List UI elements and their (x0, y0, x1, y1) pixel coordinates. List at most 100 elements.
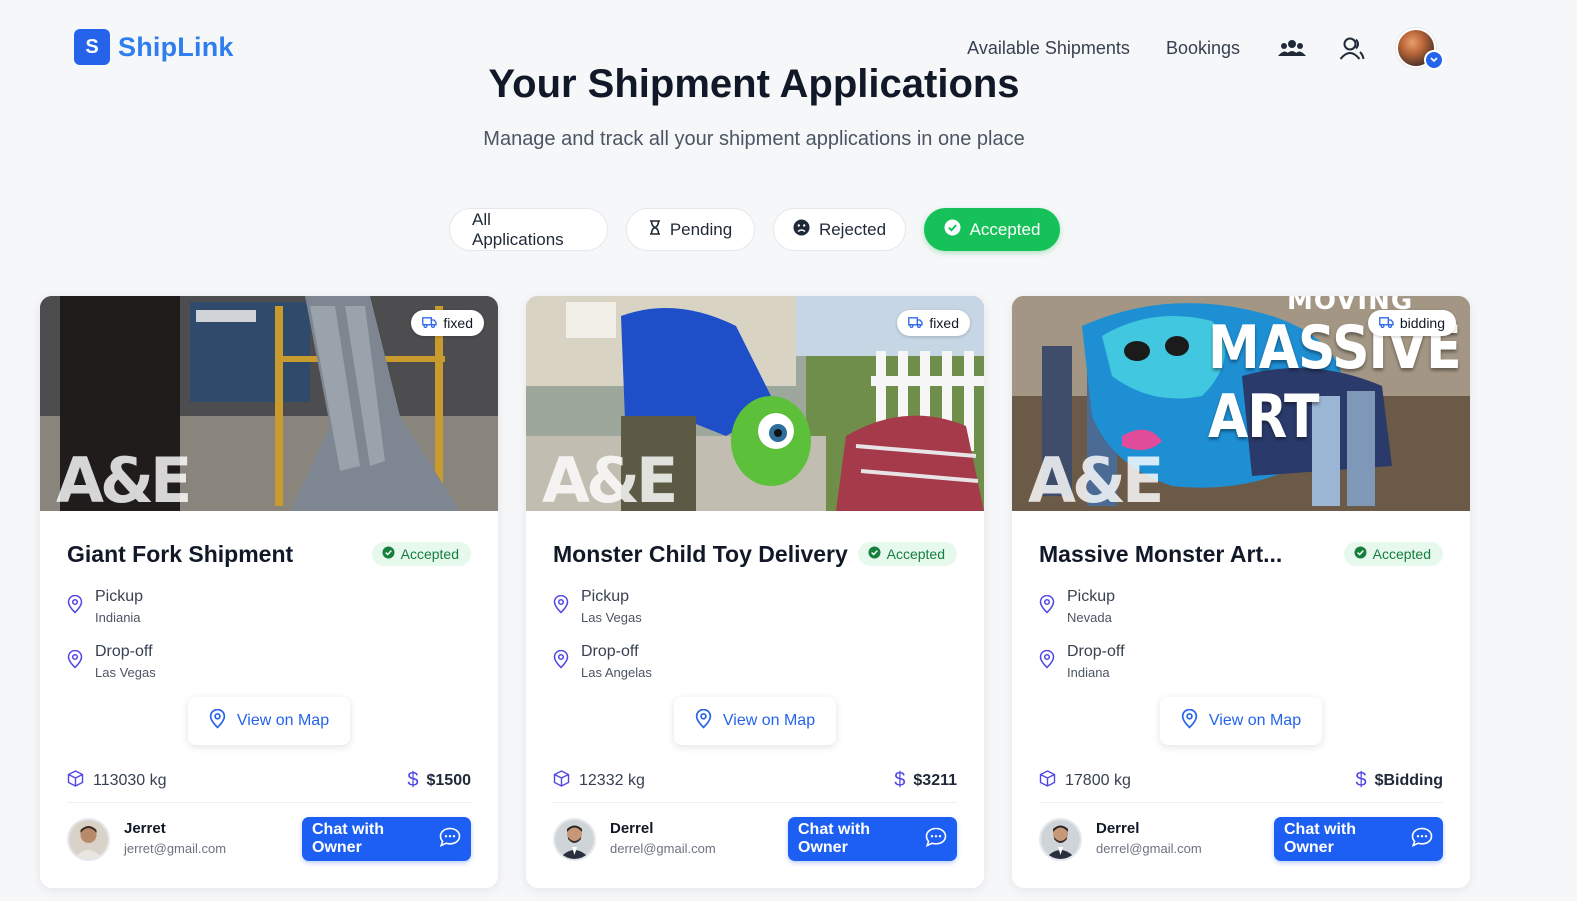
filter-pending[interactable]: Pending (626, 208, 755, 251)
weight-value: 17800 kg (1065, 771, 1131, 789)
package-icon (67, 769, 84, 792)
status-label: Accepted (1372, 546, 1431, 562)
status-label: Accepted (400, 546, 459, 562)
price-value: $1500 (426, 771, 472, 789)
price-value: $Bidding (1374, 771, 1443, 789)
page-subtitle: Manage and track all your shipment appli… (483, 128, 1025, 150)
owner-row: Jerret jerret@gmail.com Chat with Owner (67, 817, 471, 861)
filter-label: Accepted (969, 219, 1041, 239)
shipment-image: A&E fixed (40, 296, 498, 511)
map-pin-icon (1039, 587, 1055, 629)
map-pin-icon (1039, 642, 1055, 684)
dropoff-label: Drop-off (95, 643, 153, 660)
pickup-label: Pickup (95, 588, 144, 605)
shipment-stats: 113030 kg $ $1500 (67, 759, 471, 803)
hourglass-icon (649, 219, 661, 240)
pickup-location: Pickup Las Vegas (553, 587, 957, 629)
owner-name: Jerret (124, 820, 166, 837)
owner-email: jerret@gmail.com (124, 841, 227, 856)
filter-all-applications[interactable]: All Applications (449, 208, 608, 251)
map-pin-icon (553, 587, 569, 629)
logo-mark: S (74, 29, 110, 65)
owner-info: Derrel derrel@gmail.com (1039, 817, 1202, 861)
shipment-image: A&E fixed (526, 296, 984, 511)
package-icon (553, 769, 570, 792)
package-icon (1039, 769, 1056, 792)
owner-info: Jerret jerret@gmail.com (67, 817, 227, 861)
truck-icon (422, 315, 438, 331)
view-on-map-button[interactable]: View on Map (188, 697, 350, 745)
weight: 12332 kg (553, 769, 645, 792)
chat-with-owner-button[interactable]: Chat with Owner (302, 817, 471, 861)
type-label: fixed (443, 315, 473, 331)
owner-row: Derrel derrel@gmail.com Chat with Owner (1039, 817, 1443, 861)
status-badge: Accepted (371, 542, 471, 566)
dropoff-location: Drop-off Las Vegas (67, 642, 471, 684)
pickup-value: Nevada (1067, 610, 1112, 625)
chat-bubble-icon (925, 827, 947, 852)
view-on-map-button[interactable]: View on Map (1160, 697, 1322, 745)
price: $ $Bidding (1355, 769, 1443, 792)
map-pin-icon (553, 642, 569, 684)
dropoff-label: Drop-off (1067, 643, 1125, 660)
shipment-card: MOVING MASSIVE ART A&E bidding Massive M… (1012, 296, 1470, 888)
filter-accepted[interactable]: Accepted (924, 208, 1060, 251)
pickup-location: Pickup Nevada (1039, 587, 1443, 629)
owner-avatar (553, 817, 596, 861)
chat-with-owner-button[interactable]: Chat with Owner (788, 817, 957, 861)
dropoff-value: Indiana (1067, 665, 1110, 680)
chat-label: Chat with Owner (312, 821, 384, 856)
weight-value: 113030 kg (93, 771, 167, 789)
pickup-location: Pickup Indiania (67, 587, 471, 629)
view-on-map-button[interactable]: View on Map (674, 697, 836, 745)
image-watermark: A&E (56, 444, 192, 511)
chat-with-owner-button[interactable]: Chat with Owner (1274, 817, 1443, 861)
pickup-label: Pickup (1067, 588, 1116, 605)
view-on-map-label: View on Map (236, 712, 330, 729)
owner-info: Derrel derrel@gmail.com (553, 817, 716, 861)
map-pin-icon (695, 708, 712, 734)
dollar-icon: $ (407, 769, 419, 791)
weight: 17800 kg (1039, 769, 1131, 792)
owner-email: derrel@gmail.com (610, 841, 716, 856)
frown-icon (793, 219, 810, 241)
dropoff-label: Drop-off (581, 643, 639, 660)
weight-value: 12332 kg (579, 771, 645, 789)
image-watermark: A&E (1028, 444, 1164, 511)
dropoff-value: Las Vegas (95, 665, 156, 680)
type-badge: fixed (411, 310, 484, 336)
map-pin-icon (67, 587, 83, 629)
brand-logo[interactable]: S ShipLink (74, 29, 234, 65)
dollar-icon: $ (1355, 769, 1367, 791)
filter-label: All Applications (472, 209, 564, 249)
users-group-icon[interactable] (1276, 32, 1308, 64)
nav-link-bookings[interactable]: Bookings (1166, 38, 1240, 59)
pickup-value: Indiania (95, 610, 141, 625)
check-circle-icon (382, 546, 395, 562)
dropoff-value: Las Angelas (581, 665, 652, 680)
type-label: bidding (1399, 315, 1445, 331)
owner-email: derrel@gmail.com (1096, 841, 1202, 856)
owner-name: Derrel (610, 820, 654, 837)
map-pin-icon (1181, 708, 1198, 734)
owner-avatar (1039, 817, 1082, 861)
filter-rejected[interactable]: Rejected (773, 208, 906, 251)
check-circle-icon (1354, 546, 1367, 562)
chat-bubble-icon (1411, 827, 1433, 852)
status-badge: Accepted (857, 542, 957, 566)
user-icon[interactable] (1336, 32, 1368, 64)
dropoff-location: Drop-off Indiana (1039, 642, 1443, 684)
truck-icon (1378, 315, 1394, 331)
pickup-label: Pickup (581, 588, 630, 605)
nav-link-available-shipments[interactable]: Available Shipments (967, 38, 1130, 59)
check-circle-icon (944, 219, 961, 241)
image-watermark: A&E (542, 444, 678, 511)
map-pin-icon (67, 642, 83, 684)
view-on-map-label: View on Map (1208, 712, 1302, 729)
price-value: $3211 (913, 771, 957, 789)
pickup-value: Las Vegas (581, 610, 642, 625)
truck-icon (908, 315, 924, 331)
card-title: Massive Monster Art... (1039, 540, 1283, 567)
owner-name: Derrel (1096, 820, 1140, 837)
filter-label: Rejected (818, 219, 887, 239)
